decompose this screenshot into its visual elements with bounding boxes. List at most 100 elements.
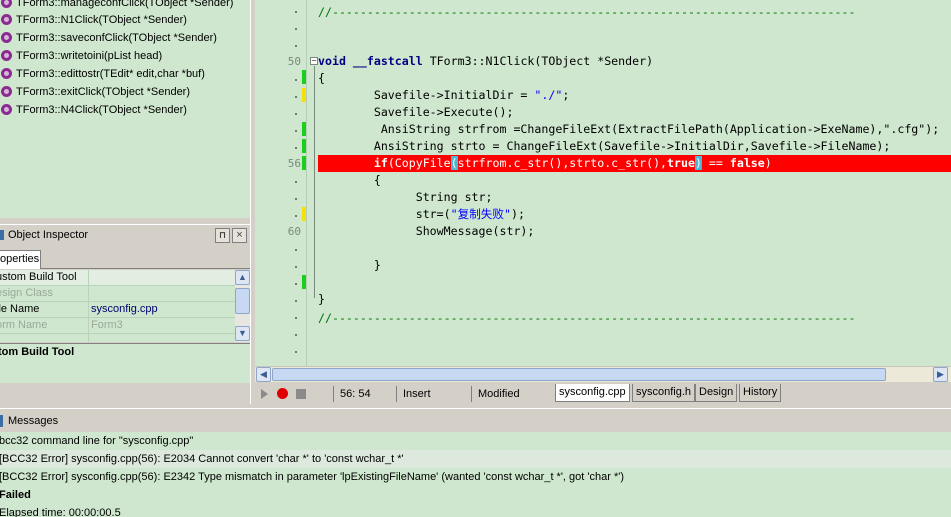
- gutter-dot: [295, 11, 297, 13]
- fold-guide: [314, 66, 315, 298]
- code-area[interactable]: − //------------------------------------…: [308, 0, 951, 366]
- scroll-thumb[interactable]: [235, 288, 250, 314]
- class-explorer: TForm3::manageconfClick(TObject *Sender)…: [0, 0, 250, 218]
- pin-icon[interactable]: ⊓: [215, 228, 230, 243]
- property-divider: [88, 270, 89, 286]
- gutter-dot: [295, 300, 297, 302]
- code-text: );: [510, 207, 525, 221]
- scroll-left-icon[interactable]: ◀: [256, 367, 271, 382]
- object-inspector-tabs: operties: [0, 249, 250, 269]
- code-line: }: [318, 258, 381, 272]
- scroll-down-icon[interactable]: ▼: [235, 326, 250, 341]
- code-line: ShowMessage(str);: [318, 224, 535, 238]
- property-row[interactable]: esign Class: [0, 286, 235, 302]
- message-row[interactable]: bcc32 command line for "sysconfig.cpp": [0, 432, 951, 450]
- message-row[interactable]: Failed: [0, 486, 951, 504]
- matched-paren: (: [450, 156, 458, 170]
- modified-line-marker: [302, 156, 306, 170]
- fold-collapse-icon[interactable]: −: [310, 57, 318, 65]
- property-description: tom Build Tool: [0, 343, 250, 383]
- code-text: TForm3::N1Click(TObject *Sender): [422, 54, 654, 68]
- message-row[interactable]: [BCC32 Error] sysconfig.cpp(56): E2342 T…: [0, 468, 951, 486]
- tab-sysconfig-h[interactable]: sysconfig.h: [632, 384, 696, 402]
- code-text: str=(: [318, 207, 451, 221]
- property-value[interactable]: sysconfig.cpp: [91, 303, 158, 315]
- keyword: false: [729, 156, 765, 170]
- gutter-dot: [295, 249, 297, 251]
- tab-sysconfig-cpp[interactable]: sysconfig.cpp: [555, 384, 630, 402]
- message-text: [BCC32 Error] sysconfig.cpp(56): E2034 C…: [0, 453, 404, 465]
- editor-horizontal-scrollbar[interactable]: ◀ ▶: [255, 366, 951, 382]
- code-text: ): [764, 156, 772, 170]
- code-line: //--------------------------------------…: [318, 311, 856, 325]
- line-number: 60: [287, 225, 301, 238]
- gutter-dot: [295, 317, 297, 319]
- tab-design[interactable]: Design: [695, 384, 738, 402]
- property-row[interactable]: ile Name sysconfig.cpp: [0, 302, 235, 318]
- gutter-dot: [295, 198, 297, 200]
- gutter-dot: [295, 130, 297, 132]
- property-key: orm Name: [0, 319, 48, 331]
- message-text: Elapsed time: 00:00:00.5: [0, 507, 121, 517]
- modified-line-marker: [302, 275, 306, 289]
- property-key: esign Class: [0, 287, 53, 299]
- tab-properties[interactable]: operties: [0, 250, 41, 269]
- property-divider: [88, 302, 89, 318]
- gutter-dot: [295, 283, 297, 285]
- code-line: Savefile->Execute();: [318, 105, 514, 119]
- keyword: true: [667, 156, 695, 170]
- scroll-up-icon[interactable]: ▲: [235, 270, 250, 285]
- messages-titlebar: Messages: [0, 408, 951, 432]
- editor-gutter: 50 56 60: [255, 0, 307, 366]
- code-text: (CopyFile: [387, 156, 451, 170]
- code-editor[interactable]: 50 56 60 − //---------------------------…: [255, 0, 951, 366]
- code-line: String str;: [318, 190, 493, 204]
- record-macro-icon[interactable]: [277, 388, 288, 399]
- code-line: AnsiString strto = ChangeFileExt(Savefil…: [318, 139, 891, 153]
- code-line: Savefile->InitialDir = "./";: [318, 87, 569, 104]
- method-icon: [1, 104, 12, 115]
- code-line: void __fastcall TForm3::N1Click(TObject …: [318, 53, 653, 70]
- modified-line-marker: [302, 139, 306, 153]
- cursor-position: 56: 54: [333, 386, 397, 402]
- property-row[interactable]: ustom Build Tool: [0, 270, 235, 286]
- message-text: Failed: [0, 489, 31, 501]
- property-grid: ustom Build Tool esign Class ile Name sys…: [0, 270, 235, 342]
- code-text: Savefile->InitialDir =: [318, 88, 535, 102]
- modified-line-marker: [302, 70, 306, 84]
- close-icon[interactable]: ×: [232, 228, 247, 243]
- gutter-dot: [295, 334, 297, 336]
- property-grid-scrollbar[interactable]: ▲ ▼: [235, 270, 250, 342]
- scroll-thumb[interactable]: [272, 368, 886, 381]
- gutter-dot: [295, 266, 297, 268]
- matched-paren: ): [694, 156, 702, 170]
- unsaved-line-marker: [302, 207, 306, 221]
- gutter-dot: [295, 351, 297, 353]
- insert-mode: Insert: [396, 386, 471, 402]
- property-divider: [88, 334, 89, 342]
- code-line: {: [318, 71, 325, 85]
- message-row[interactable]: Elapsed time: 00:00:00.5: [0, 504, 951, 517]
- gutter-dot: [295, 147, 297, 149]
- property-row[interactable]: [0, 334, 235, 342]
- keyword: __fastcall: [352, 54, 423, 68]
- method-icon: [1, 50, 12, 61]
- code-line: str=("复制失败");: [318, 206, 525, 223]
- property-row[interactable]: orm Name Form3: [0, 318, 235, 334]
- gutter-dot: [295, 28, 297, 30]
- line-number: 50: [287, 55, 301, 68]
- play-macro-icon[interactable]: [261, 389, 268, 399]
- scroll-right-icon[interactable]: ▶: [933, 367, 948, 382]
- object-inspector-title: Object Inspector: [8, 229, 89, 241]
- tab-history[interactable]: History: [739, 384, 782, 402]
- property-key: ustom Build Tool: [0, 271, 77, 283]
- method-icon: [1, 68, 12, 79]
- code-line: //--------------------------------------…: [318, 5, 856, 19]
- object-inspector-titlebar: Object Inspector ⊓ ×: [0, 224, 250, 246]
- method-icon: [1, 14, 12, 25]
- stop-macro-icon[interactable]: [296, 389, 306, 399]
- message-text: [BCC32 Error] sysconfig.cpp(56): E2342 T…: [0, 471, 624, 483]
- property-divider: [88, 318, 89, 334]
- message-row[interactable]: [BCC32 Error] sysconfig.cpp(56): E2034 C…: [0, 450, 951, 468]
